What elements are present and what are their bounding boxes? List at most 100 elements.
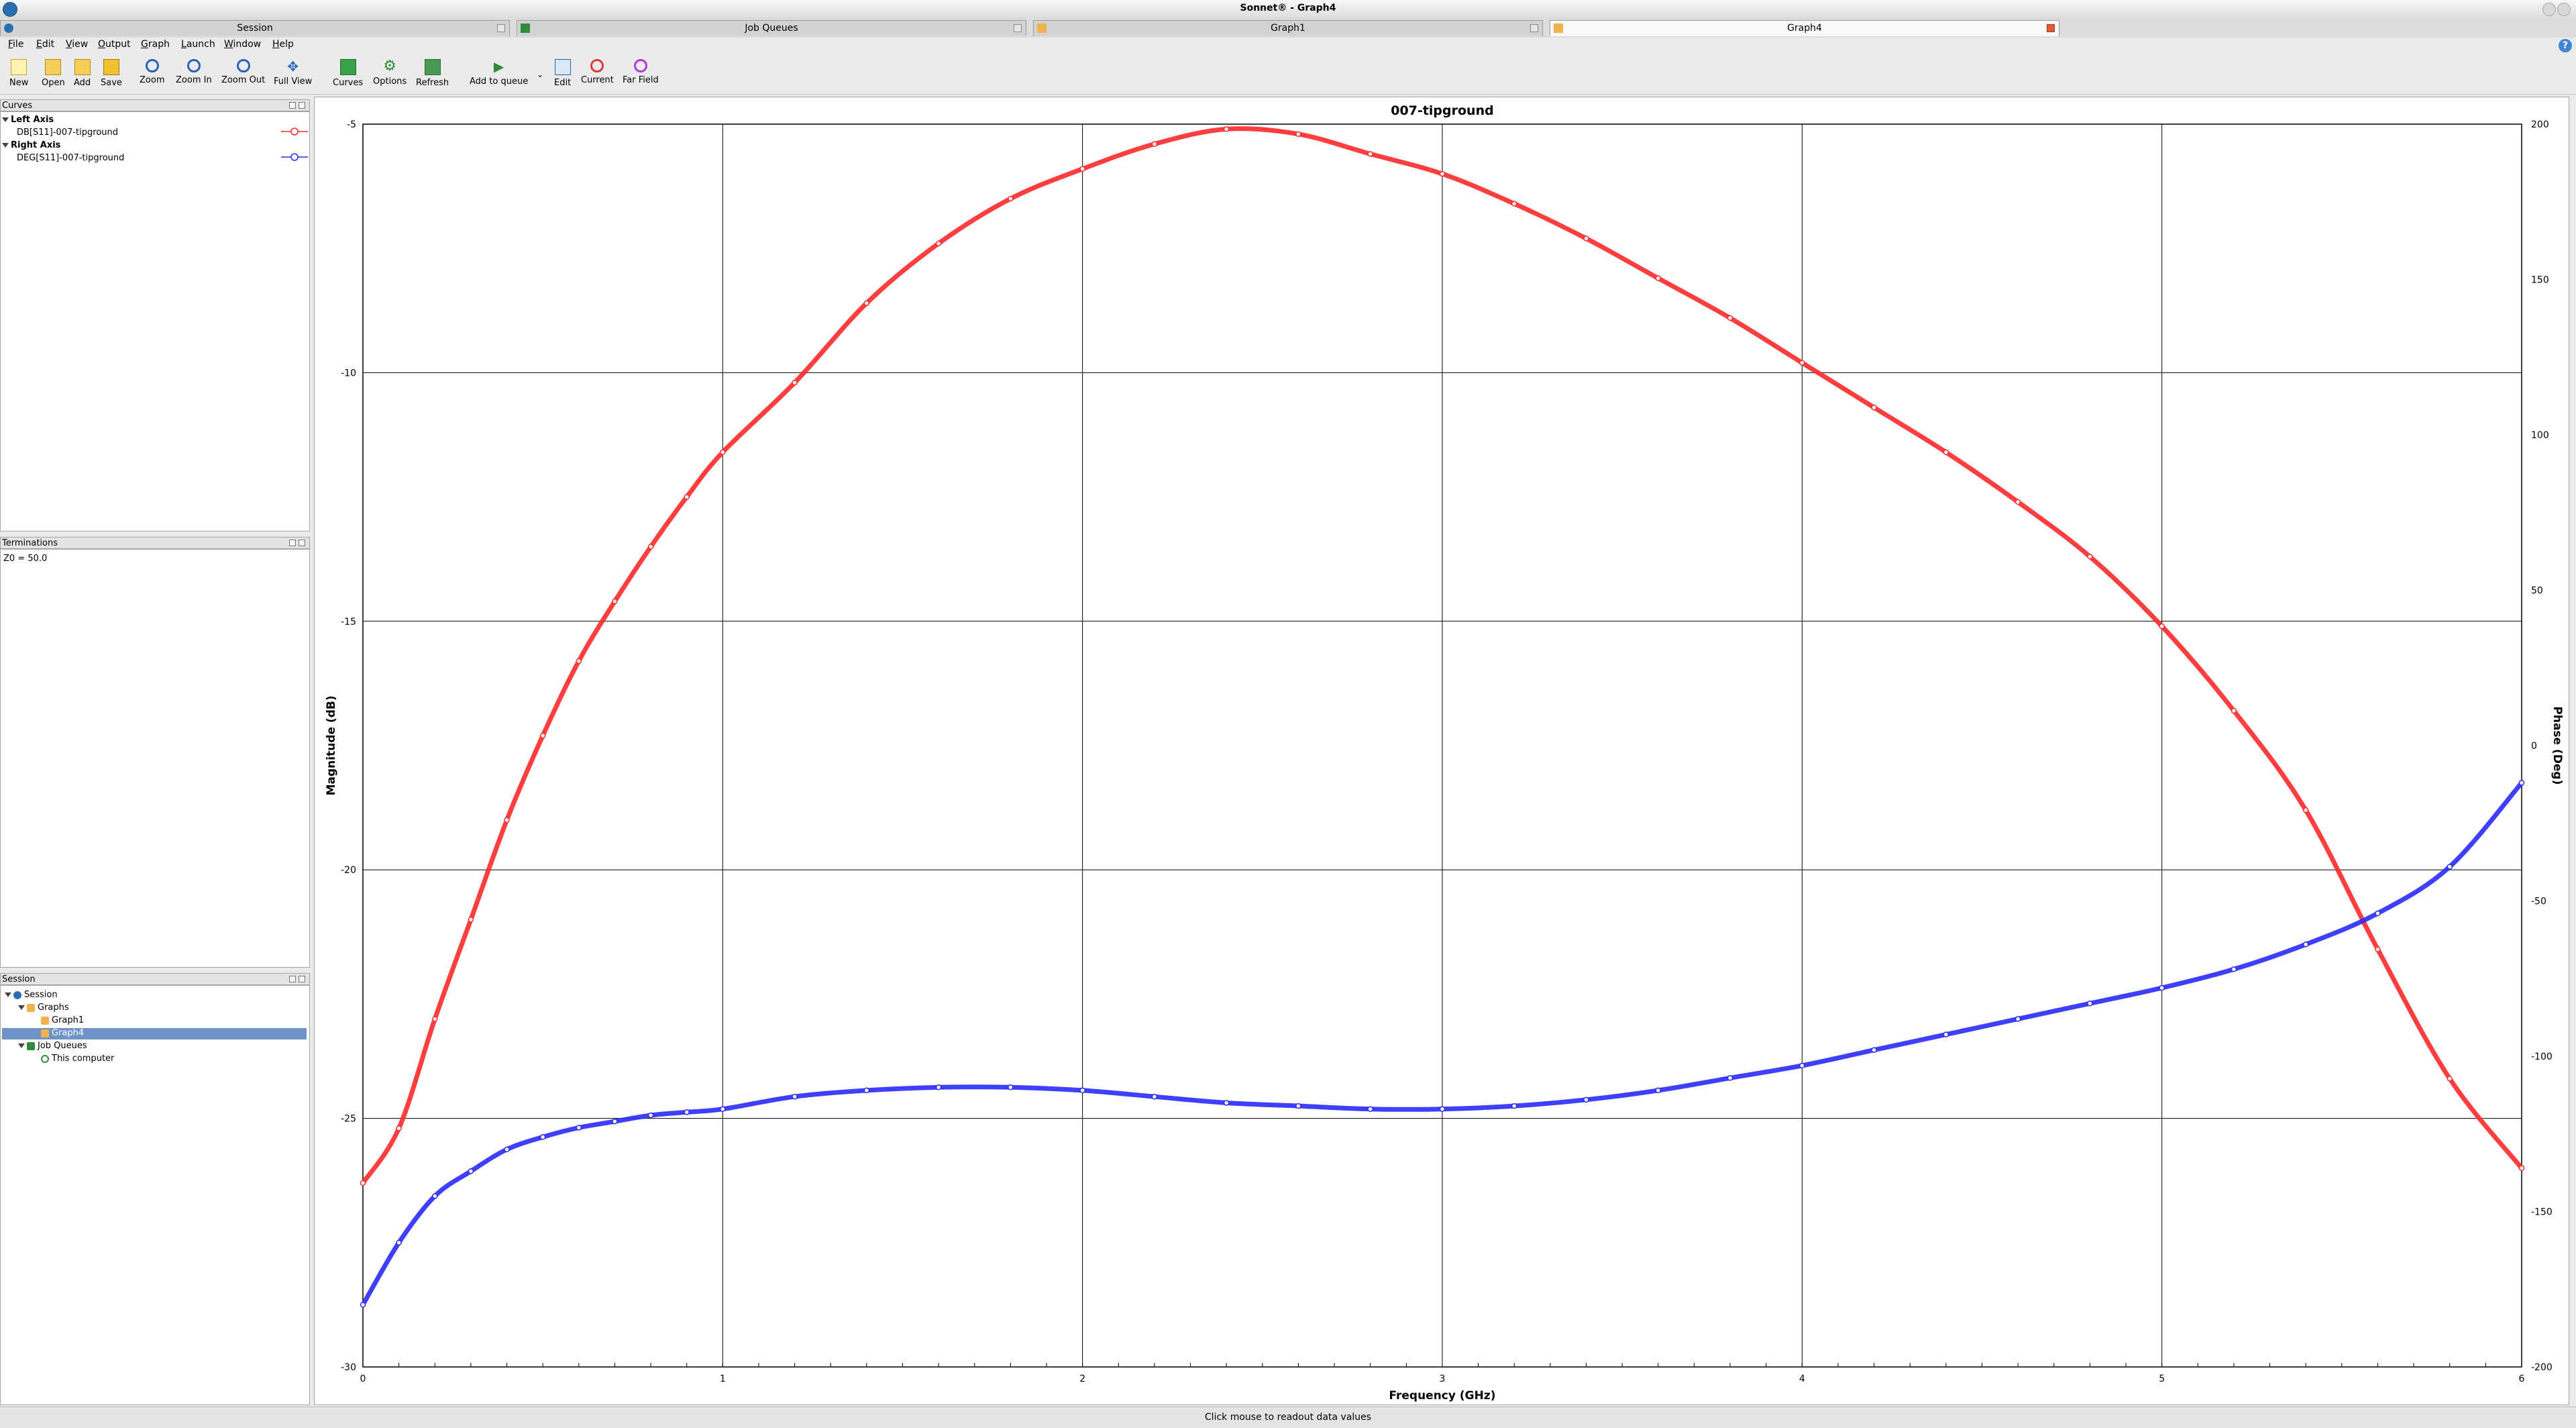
chevron-down-icon[interactable]: ⌄ <box>537 70 543 79</box>
phase-data-point <box>468 1168 474 1174</box>
tab-close-icon[interactable] <box>2047 24 2055 32</box>
magnitude-data-point <box>612 598 618 605</box>
full-view-button[interactable]: ✥ Full View <box>274 59 312 87</box>
x-tick-label: 2 <box>1079 1374 1085 1384</box>
y-tick-label: -10 <box>341 368 356 378</box>
refresh-button[interactable]: Refresh <box>416 59 449 88</box>
expand-triangle-icon <box>2 117 9 122</box>
magnitude-data-point <box>576 658 582 664</box>
tab-graph4[interactable]: Graph4 <box>1550 20 2059 36</box>
phase-data-point <box>432 1193 438 1199</box>
menu-edit[interactable]: Edit <box>36 39 54 50</box>
phase-data-point <box>1943 1031 1949 1037</box>
tree-graphs[interactable]: Graphs <box>18 1003 69 1013</box>
open-button[interactable]: Open <box>42 59 65 88</box>
magnitude-data-point <box>1079 166 1085 172</box>
menu-help[interactable]: Help <box>272 39 294 50</box>
magnitude-data-point <box>1511 201 1517 207</box>
phase-data-point <box>863 1087 870 1094</box>
phase-data-point <box>2375 910 2381 917</box>
y-tick-label: -5 <box>347 119 356 130</box>
phase-data-point <box>1223 1100 1230 1106</box>
phase-data-point <box>647 1112 654 1119</box>
panel-float-icon[interactable] <box>289 540 296 546</box>
phase-data-point <box>2302 941 2309 948</box>
graph-chart[interactable]: 0 1 2 3 4 5 6 -5 -10 -15 -20 -25 -30 200 150 100 50 0 -50 -… <box>315 97 2569 1405</box>
magnifier-icon <box>145 59 159 72</box>
zoom-out-button[interactable]: Zoom Out <box>221 59 265 85</box>
menu-output[interactable]: Output <box>98 39 131 50</box>
tab-job-queues[interactable]: Job Queues <box>517 20 1026 36</box>
far-field-button[interactable]: Far Field <box>623 59 659 85</box>
tree-this-computer[interactable]: This computer <box>41 1054 114 1064</box>
phase-data-point <box>360 1302 366 1308</box>
curves-panel-header: Curves <box>0 99 310 111</box>
tree-graph4[interactable]: Graph4 <box>2 1028 307 1039</box>
phase-data-point <box>1079 1087 1085 1094</box>
phase-data-point <box>792 1093 798 1100</box>
job-queue-icon <box>27 1041 35 1050</box>
menu-launch[interactable]: Launch <box>181 39 215 50</box>
tree-job-queues[interactable]: Job Queues <box>18 1041 87 1051</box>
session-panel: Session Graphs Graph1 Graph4 Job Queues … <box>0 985 310 1405</box>
phase-data-point <box>2518 780 2525 786</box>
menu-view[interactable]: View <box>66 39 88 50</box>
tab-close-icon[interactable] <box>1014 24 1022 32</box>
expand-triangle-icon <box>18 1005 25 1010</box>
tab-graph1[interactable]: Graph1 <box>1033 20 1543 36</box>
expand-triangle-icon <box>2 143 9 148</box>
new-button[interactable]: New <box>9 59 28 88</box>
add-button[interactable]: Add <box>74 59 91 88</box>
phase-data-point <box>684 1109 690 1115</box>
curve-item-db[interactable]: DB[S11]-007-tipground <box>17 128 118 138</box>
right-axis-node[interactable]: Right Axis <box>2 140 60 150</box>
chart-title: 007-tipground <box>1391 103 1493 118</box>
magnitude-data-point <box>1799 360 1805 366</box>
current-button[interactable]: Current <box>581 59 614 85</box>
magnitude-data-point <box>1295 131 1301 138</box>
new-file-icon <box>11 59 28 75</box>
panel-float-icon[interactable] <box>289 102 296 109</box>
tree-graph1[interactable]: Graph1 <box>41 1015 84 1025</box>
zoom-button[interactable]: Zoom <box>140 59 164 85</box>
magnitude-data-point <box>2015 499 2021 505</box>
title-bar: Sonnet® - Graph4 <box>0 0 2576 19</box>
menu-window[interactable]: Window <box>224 39 261 50</box>
minimize-button[interactable] <box>2542 3 2556 16</box>
add-to-queue-button[interactable]: ▶ Add to queue <box>470 59 528 87</box>
curve-item-deg[interactable]: DEG[S11]-007-tipground <box>17 153 124 163</box>
edit-icon <box>554 59 571 75</box>
magnitude-data-point <box>2159 623 2165 629</box>
panel-close-icon[interactable] <box>299 102 305 109</box>
status-bar: Click mouse to readout data values <box>0 1407 2576 1428</box>
graph-panel[interactable]: 0 1 2 3 4 5 6 -5 -10 -15 -20 -25 -30 200 150 100 50 0 -50 -… <box>314 97 2569 1405</box>
left-axis-node[interactable]: Left Axis <box>2 115 54 125</box>
options-button[interactable]: ⚙ Options <box>373 59 407 87</box>
add-folder-icon <box>74 59 91 75</box>
panel-float-icon[interactable] <box>289 976 296 982</box>
save-button[interactable]: Save <box>101 59 122 88</box>
panel-close-icon[interactable] <box>299 976 305 982</box>
menu-graph[interactable]: Graph <box>141 39 170 50</box>
panel-close-icon[interactable] <box>299 540 305 546</box>
y2-tick-label: -50 <box>2531 897 2546 907</box>
close-window-button[interactable] <box>2557 3 2571 16</box>
tree-session[interactable]: Session <box>5 990 58 1000</box>
graph-icon <box>41 1029 49 1037</box>
curves-button[interactable]: Curves <box>333 59 363 88</box>
tab-close-icon[interactable] <box>1530 24 1538 32</box>
folder-open-icon <box>45 59 62 75</box>
x-tick-label: 6 <box>2519 1374 2525 1384</box>
phase-data-point <box>2015 1016 2021 1022</box>
x-tick-label: 3 <box>1440 1374 1446 1384</box>
menu-file[interactable]: File <box>8 39 23 50</box>
magnitude-data-point <box>2518 1165 2525 1171</box>
tab-session[interactable]: Session <box>0 20 510 36</box>
help-icon[interactable]: ? <box>2559 39 2572 52</box>
edit-button[interactable]: Edit <box>554 59 571 88</box>
zoom-in-button[interactable]: Zoom In <box>176 59 212 85</box>
tab-bar: Session Job Queues Graph1 Graph4 <box>0 19 2576 38</box>
y-tick-label: -20 <box>341 865 356 876</box>
phase-data-point <box>2087 1001 2093 1007</box>
tab-close-icon[interactable] <box>497 24 505 32</box>
